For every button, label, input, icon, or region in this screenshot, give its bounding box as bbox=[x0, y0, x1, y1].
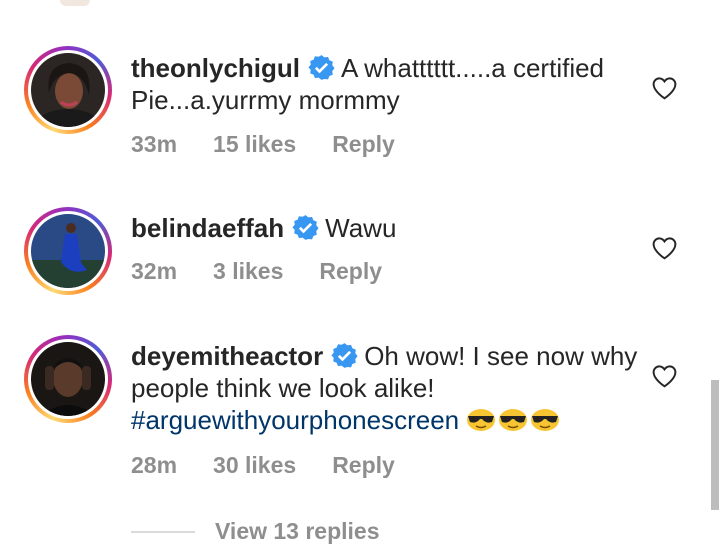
comment-likes[interactable]: 3 likes bbox=[213, 258, 283, 284]
comment-time: 33m bbox=[131, 131, 178, 157]
reply-button[interactable]: Reply bbox=[332, 131, 395, 157]
comment-likes[interactable]: 30 likes bbox=[213, 452, 296, 478]
heart-outline-icon[interactable] bbox=[651, 364, 678, 388]
comment-text: theonlychigul A whatttttt.....a certified… bbox=[131, 52, 641, 116]
avatar[interactable] bbox=[24, 46, 112, 134]
heart-outline-icon[interactable] bbox=[651, 76, 678, 100]
comment-meta: 28m 30 likes Reply bbox=[131, 452, 431, 479]
comment-body: Wawu bbox=[325, 213, 397, 243]
avatar-photo bbox=[31, 342, 105, 416]
replies-divider bbox=[131, 531, 195, 533]
comment-username[interactable]: theonlychigul bbox=[131, 53, 300, 83]
verified-badge-icon bbox=[308, 55, 335, 80]
scrollbar[interactable] bbox=[711, 380, 719, 510]
comment-text: belindaeffah Wawu bbox=[131, 212, 641, 244]
comment-likes[interactable]: 15 likes bbox=[213, 131, 296, 157]
sunglasses-emoji-icon bbox=[531, 409, 560, 431]
verified-badge-icon bbox=[331, 343, 358, 368]
sunglasses-emoji-icon bbox=[467, 409, 496, 431]
comment-meta: 32m 3 likes Reply bbox=[131, 258, 418, 285]
heart-outline-icon[interactable] bbox=[651, 236, 678, 260]
comment-username[interactable]: belindaeffah bbox=[131, 213, 284, 243]
emoji-group bbox=[466, 405, 562, 435]
hashtag-link[interactable]: #arguewithyourphonescreen bbox=[131, 405, 459, 435]
avatar-photo bbox=[31, 214, 105, 288]
view-replies-button[interactable]: View 13 replies bbox=[215, 518, 380, 545]
reply-button[interactable]: Reply bbox=[332, 452, 395, 478]
comment-time: 28m bbox=[131, 452, 178, 478]
previous-avatar-edge bbox=[60, 0, 90, 6]
avatar[interactable] bbox=[24, 335, 112, 423]
avatar[interactable] bbox=[24, 207, 112, 295]
avatar-photo bbox=[31, 53, 105, 127]
comment-time: 32m bbox=[131, 258, 178, 284]
comment-text: deyemitheactor Oh wow! I see now why peop… bbox=[131, 340, 641, 436]
verified-badge-icon bbox=[292, 215, 319, 240]
reply-button[interactable]: Reply bbox=[319, 258, 382, 284]
comment-username[interactable]: deyemitheactor bbox=[131, 341, 323, 371]
comment-meta: 33m 15 likes Reply bbox=[131, 131, 431, 158]
sunglasses-emoji-icon bbox=[499, 409, 528, 431]
